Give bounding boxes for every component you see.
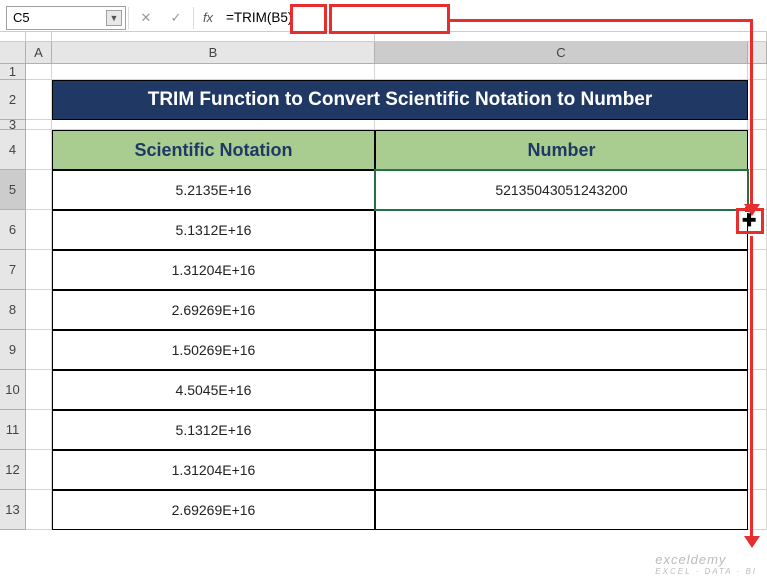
header-scientific: Scientific Notation — [52, 130, 375, 170]
title-cell: TRIM Function to Convert Scientific Nota… — [52, 80, 748, 120]
cell-b11[interactable]: 5.1312E+16 — [52, 410, 375, 450]
cell-c6[interactable] — [375, 210, 748, 250]
col-header-d[interactable] — [748, 42, 767, 64]
cell-b9[interactable]: 1.50269E+16 — [52, 330, 375, 370]
cell-c5-value: 52135043051243200 — [495, 182, 627, 198]
arrow-head-bottom — [744, 536, 760, 548]
col-header-a[interactable]: A — [26, 42, 52, 64]
row-header-1[interactable]: 1 — [0, 64, 26, 80]
cell-b10[interactable]: 4.5045E+16 — [52, 370, 375, 410]
formula-input[interactable]: =TRIM(B5) — [220, 6, 767, 30]
cell-c8[interactable] — [375, 290, 748, 330]
name-box[interactable]: C5 ▼ — [6, 6, 126, 30]
formula-text: =TRIM(B5) — [226, 10, 292, 25]
cell-b13[interactable]: 2.69269E+16 — [52, 490, 375, 530]
row-header-6[interactable]: 6 — [0, 210, 26, 250]
select-all-corner[interactable] — [0, 42, 26, 64]
name-box-dropdown[interactable]: ▼ — [106, 10, 122, 26]
watermark: exceldemy EXCEL · DATA · BI — [655, 552, 757, 576]
row-header-10[interactable]: 10 — [0, 370, 26, 410]
fill-handle[interactable] — [744, 206, 751, 213]
row-header-3[interactable]: 3 — [0, 120, 26, 130]
row-header-2[interactable]: 2 — [0, 80, 26, 120]
row-header-7[interactable]: 7 — [0, 250, 26, 290]
watermark-main: exceldemy — [655, 552, 726, 567]
col-header-c[interactable]: C — [375, 42, 748, 64]
enter-formula-button[interactable]: ✓ — [161, 6, 191, 30]
cell-c13[interactable] — [375, 490, 748, 530]
row-header-5[interactable]: 5 — [0, 170, 26, 210]
cell-b5[interactable]: 5.2135E+16 — [52, 170, 375, 210]
row-header-12[interactable]: 12 — [0, 450, 26, 490]
row-header-13[interactable]: 13 — [0, 490, 26, 530]
cell-b12[interactable]: 1.31204E+16 — [52, 450, 375, 490]
spreadsheet-grid[interactable]: A B C 1 2 TRIM Function to Convert Scien… — [0, 42, 767, 530]
fx-label[interactable]: fx — [196, 10, 220, 25]
cancel-formula-button[interactable]: ✕ — [131, 6, 161, 30]
cell-c5[interactable]: 52135043051243200 — [375, 170, 748, 210]
row-header-11[interactable]: 11 — [0, 410, 26, 450]
watermark-sub: EXCEL · DATA · BI — [655, 567, 757, 576]
cell-c11[interactable] — [375, 410, 748, 450]
name-box-value: C5 — [13, 10, 30, 25]
col-header-b[interactable]: B — [52, 42, 375, 64]
cell-c7[interactable] — [375, 250, 748, 290]
cell-b6[interactable]: 5.1312E+16 — [52, 210, 375, 250]
cell-c12[interactable] — [375, 450, 748, 490]
cell-b7[interactable]: 1.31204E+16 — [52, 250, 375, 290]
cell-c9[interactable] — [375, 330, 748, 370]
row-header-9[interactable]: 9 — [0, 330, 26, 370]
header-number: Number — [375, 130, 748, 170]
cell-c10[interactable] — [375, 370, 748, 410]
row-header-4[interactable]: 4 — [0, 130, 26, 170]
row-header-8[interactable]: 8 — [0, 290, 26, 330]
cell-b8[interactable]: 2.69269E+16 — [52, 290, 375, 330]
